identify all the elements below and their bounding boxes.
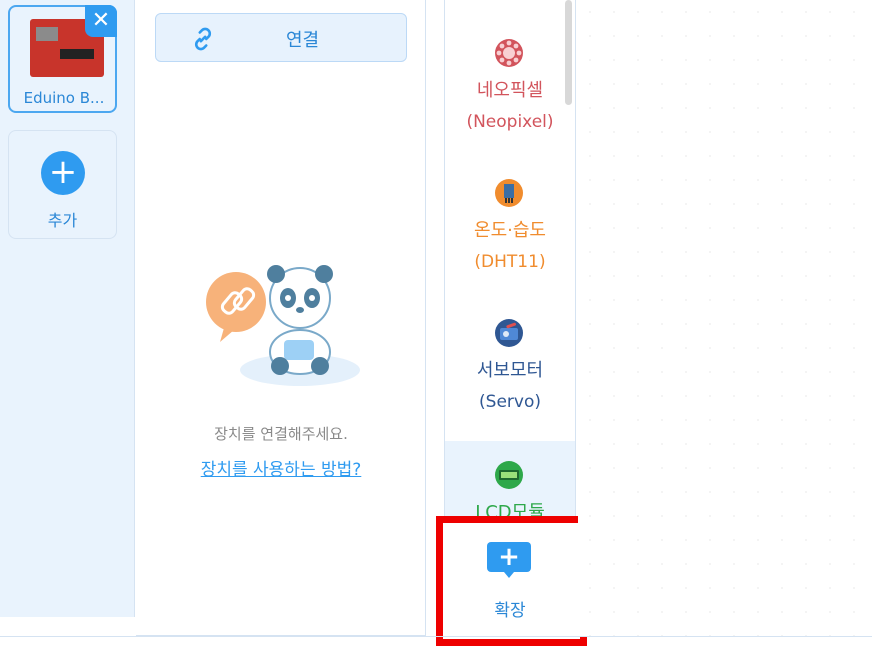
link-icon [194, 27, 212, 51]
neopixel-icon [495, 39, 523, 67]
lcd-icon [495, 461, 523, 489]
extension-name: 네오픽셀 [476, 80, 544, 101]
add-device-label: 추가 [47, 211, 78, 230]
extension-item-servo[interactable]: 서보모터 (Servo) [445, 318, 575, 456]
extension-subtitle: (Servo) [479, 392, 541, 412]
extension-item-dht11[interactable]: 온도·습도 (DHT11) [445, 178, 575, 316]
extension-name: 온도·습도 [474, 220, 546, 241]
device-sidebar: ✕ Eduino B... + 추가 [0, 0, 135, 617]
extension-name: 서보모터 [476, 360, 544, 381]
connect-label: 연결 [286, 30, 320, 51]
connection-panel: 연결 장치를 연결해주세요. 장치를 사용하는 방법? [136, 0, 426, 636]
divider [0, 636, 872, 637]
panda-illustration [206, 265, 360, 386]
extension-add-button[interactable]: + 확장 [444, 520, 576, 636]
plus-icon: + [41, 151, 85, 195]
add-extension-icon: + [487, 542, 531, 578]
dht11-icon [495, 179, 523, 207]
device-name: Eduino B... [23, 89, 105, 107]
add-device-button[interactable]: + 추가 [8, 130, 117, 239]
code-workspace[interactable] [578, 0, 872, 636]
extension-subtitle: (DHT11) [474, 252, 546, 272]
extension-subtitle: (Neopixel) [466, 112, 554, 132]
empty-state-message: 장치를 연결해주세요. [214, 425, 348, 443]
connect-button[interactable]: 연결 [155, 13, 407, 62]
servo-icon [495, 319, 523, 347]
device-card-eduino[interactable]: ✕ Eduino B... [8, 5, 117, 113]
extension-item-neopixel[interactable]: 네오픽셀 (Neopixel) [445, 38, 575, 176]
help-link[interactable]: 장치를 사용하는 방법? [136, 455, 426, 480]
close-icon[interactable]: ✕ [85, 5, 117, 37]
extension-scrollbar[interactable] [565, 0, 572, 105]
extension-add-label: 확장 [494, 601, 526, 621]
